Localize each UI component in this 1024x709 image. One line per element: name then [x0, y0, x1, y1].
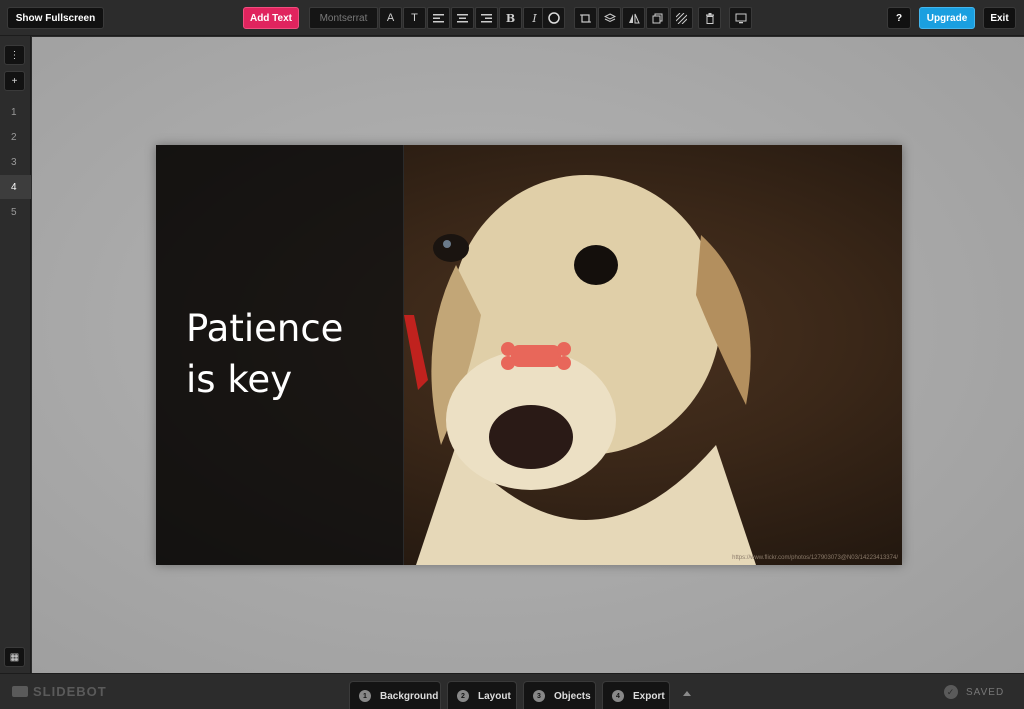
slide-thumb-5[interactable]: 5 [0, 200, 31, 224]
slide-canvas: Patience is key https://www.flickr.com/p… [32, 37, 1024, 673]
step-label: Objects [554, 690, 591, 702]
slide-thumb-1[interactable]: 1 [0, 100, 31, 124]
checkmark-icon: ✓ [944, 685, 958, 699]
save-status: ✓ SAVED [944, 685, 1004, 699]
font-select[interactable]: Montserrat [309, 7, 378, 29]
saved-label: SAVED [966, 686, 1005, 698]
exit-button[interactable]: Exit [983, 7, 1016, 29]
logo-icon [12, 686, 28, 697]
current-slide[interactable]: Patience is key https://www.flickr.com/p… [156, 145, 902, 565]
align-center-icon[interactable] [451, 7, 474, 29]
text-format-group: Montserrat A T B I [309, 7, 547, 29]
top-toolbar: Show Fullscreen Add Text Montserrat A T … [0, 0, 1024, 36]
step-label: Layout [478, 690, 511, 702]
slide-sidebar: ⋮ + 1 2 3 4 5 ▦ [0, 36, 31, 673]
step-label: Export [633, 690, 665, 702]
photo-credit: https://www.flickr.com/photos/127903073@… [732, 555, 898, 561]
trash-icon[interactable] [698, 7, 721, 29]
step-export-tab[interactable]: 4 Export [602, 681, 670, 709]
delete-group [698, 7, 722, 29]
align-left-icon[interactable] [427, 7, 450, 29]
monitor-icon[interactable] [729, 7, 752, 29]
bold-button[interactable]: B [499, 7, 522, 29]
duplicate-icon[interactable] [646, 7, 669, 29]
step-label: Background [380, 690, 439, 702]
add-text-button[interactable]: Add Text [243, 7, 299, 29]
slide-thumb-4[interactable]: 4 [0, 175, 31, 199]
show-fullscreen-button[interactable]: Show Fullscreen [7, 7, 104, 29]
logo-text: SLIDEBOT [33, 684, 107, 699]
step-background-tab[interactable]: 1 Background [349, 681, 441, 709]
add-slide-button[interactable]: + [4, 71, 25, 91]
layers-icon[interactable] [598, 7, 621, 29]
grid-view-icon[interactable]: ▦ [4, 647, 25, 667]
bottom-bar: SLIDEBOT 1 Background 2 Layout 3 Objects… [0, 673, 1024, 709]
help-button[interactable]: ? [887, 7, 911, 29]
slide-title-text[interactable]: Patience is key [186, 303, 343, 405]
step-layout-tab[interactable]: 2 Layout [447, 681, 517, 709]
present-group [729, 7, 753, 29]
crop-icon[interactable] [574, 7, 597, 29]
align-right-icon[interactable] [475, 7, 498, 29]
upgrade-button[interactable]: Upgrade [919, 7, 975, 29]
step-number: 2 [457, 690, 469, 702]
step-number: 4 [612, 690, 624, 702]
color-circle-icon[interactable] [542, 7, 565, 29]
slidebot-logo: SLIDEBOT [12, 684, 107, 699]
step-number: 1 [359, 690, 371, 702]
font-size-icon[interactable]: A [379, 7, 402, 29]
menu-icon[interactable]: ⋮ [4, 45, 25, 65]
chevron-up-icon[interactable] [683, 691, 691, 696]
arrange-group [574, 7, 694, 29]
text-height-icon[interactable]: T [403, 7, 426, 29]
slide-thumb-2[interactable]: 2 [0, 125, 31, 149]
pattern-icon[interactable] [670, 7, 693, 29]
step-objects-tab[interactable]: 3 Objects [523, 681, 596, 709]
flip-icon[interactable] [622, 7, 645, 29]
color-group [542, 7, 566, 29]
slide-thumb-3[interactable]: 3 [0, 150, 31, 174]
step-number: 3 [533, 690, 545, 702]
